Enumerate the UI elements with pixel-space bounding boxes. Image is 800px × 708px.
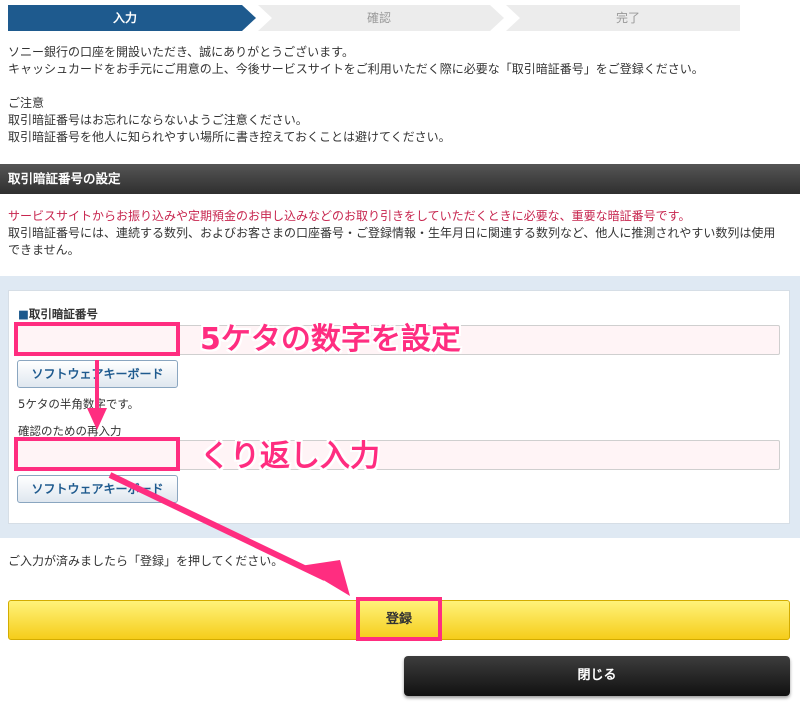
- software-keyboard-button-2[interactable]: ソフトウェアキーボード: [17, 475, 178, 503]
- notice-line-2: 取引暗証番号を他人に知られやすい場所に書き控えておくことは避けてください。: [8, 130, 451, 144]
- close-button[interactable]: 閉じる: [404, 656, 790, 696]
- intro-line-2: キャッシュカードをお手元にご用意の上、今後サービスサイトをご利用いただく際に必要…: [8, 62, 704, 76]
- footer-instruction: ご入力が済みましたら「登録」を押してください。: [8, 554, 284, 568]
- notice-line-1: 取引暗証番号はお忘れにならないようご注意ください。: [8, 113, 308, 127]
- square-bullet-icon: ■: [18, 307, 29, 321]
- section-desc-line-1: 取引暗証番号には、連続する数列、およびお客さまの口座番号・ご登録情報・生年月日に…: [8, 226, 776, 240]
- notice-title: ご注意: [8, 96, 45, 110]
- important-notice: サービスサイトからお振り込みや定期預金のお申し込みなどのお取り引きをしていただく…: [8, 209, 691, 223]
- annotation-repeat-input: くり返し入力: [200, 439, 380, 474]
- section-desc-line-2: できません。: [8, 243, 80, 257]
- step-complete: 完了: [615, 11, 640, 25]
- section-header: 取引暗証番号の設定: [0, 164, 800, 194]
- progress-steps: 入力 確認 完了: [0, 0, 800, 34]
- pin-label-text: 取引暗証番号: [28, 307, 98, 321]
- highlight-confirm-input: [14, 437, 180, 471]
- step-input: 入力: [112, 11, 137, 25]
- intro-line-1: ソニー銀行の口座を開設いただき、誠にありがとうございます。: [8, 45, 354, 59]
- intro-text: ソニー銀行の口座を開設いただき、誠にありがとうございます。 キャッシュカードをお…: [8, 44, 798, 146]
- pin-label: ■取引暗証番号: [18, 306, 98, 322]
- annotation-set-five-digits: 5ケタの数字を設定: [200, 322, 461, 357]
- highlight-pin-input: [14, 322, 180, 356]
- highlight-register-button: [356, 597, 442, 641]
- pin-hint: 5ケタの半角数字です。: [18, 397, 140, 411]
- section-description: サービスサイトからお振り込みや定期預金のお申し込みなどのお取り引きをしていただく…: [8, 208, 798, 259]
- step-confirm: 確認: [366, 11, 391, 25]
- software-keyboard-button-1[interactable]: ソフトウェアキーボード: [17, 360, 178, 388]
